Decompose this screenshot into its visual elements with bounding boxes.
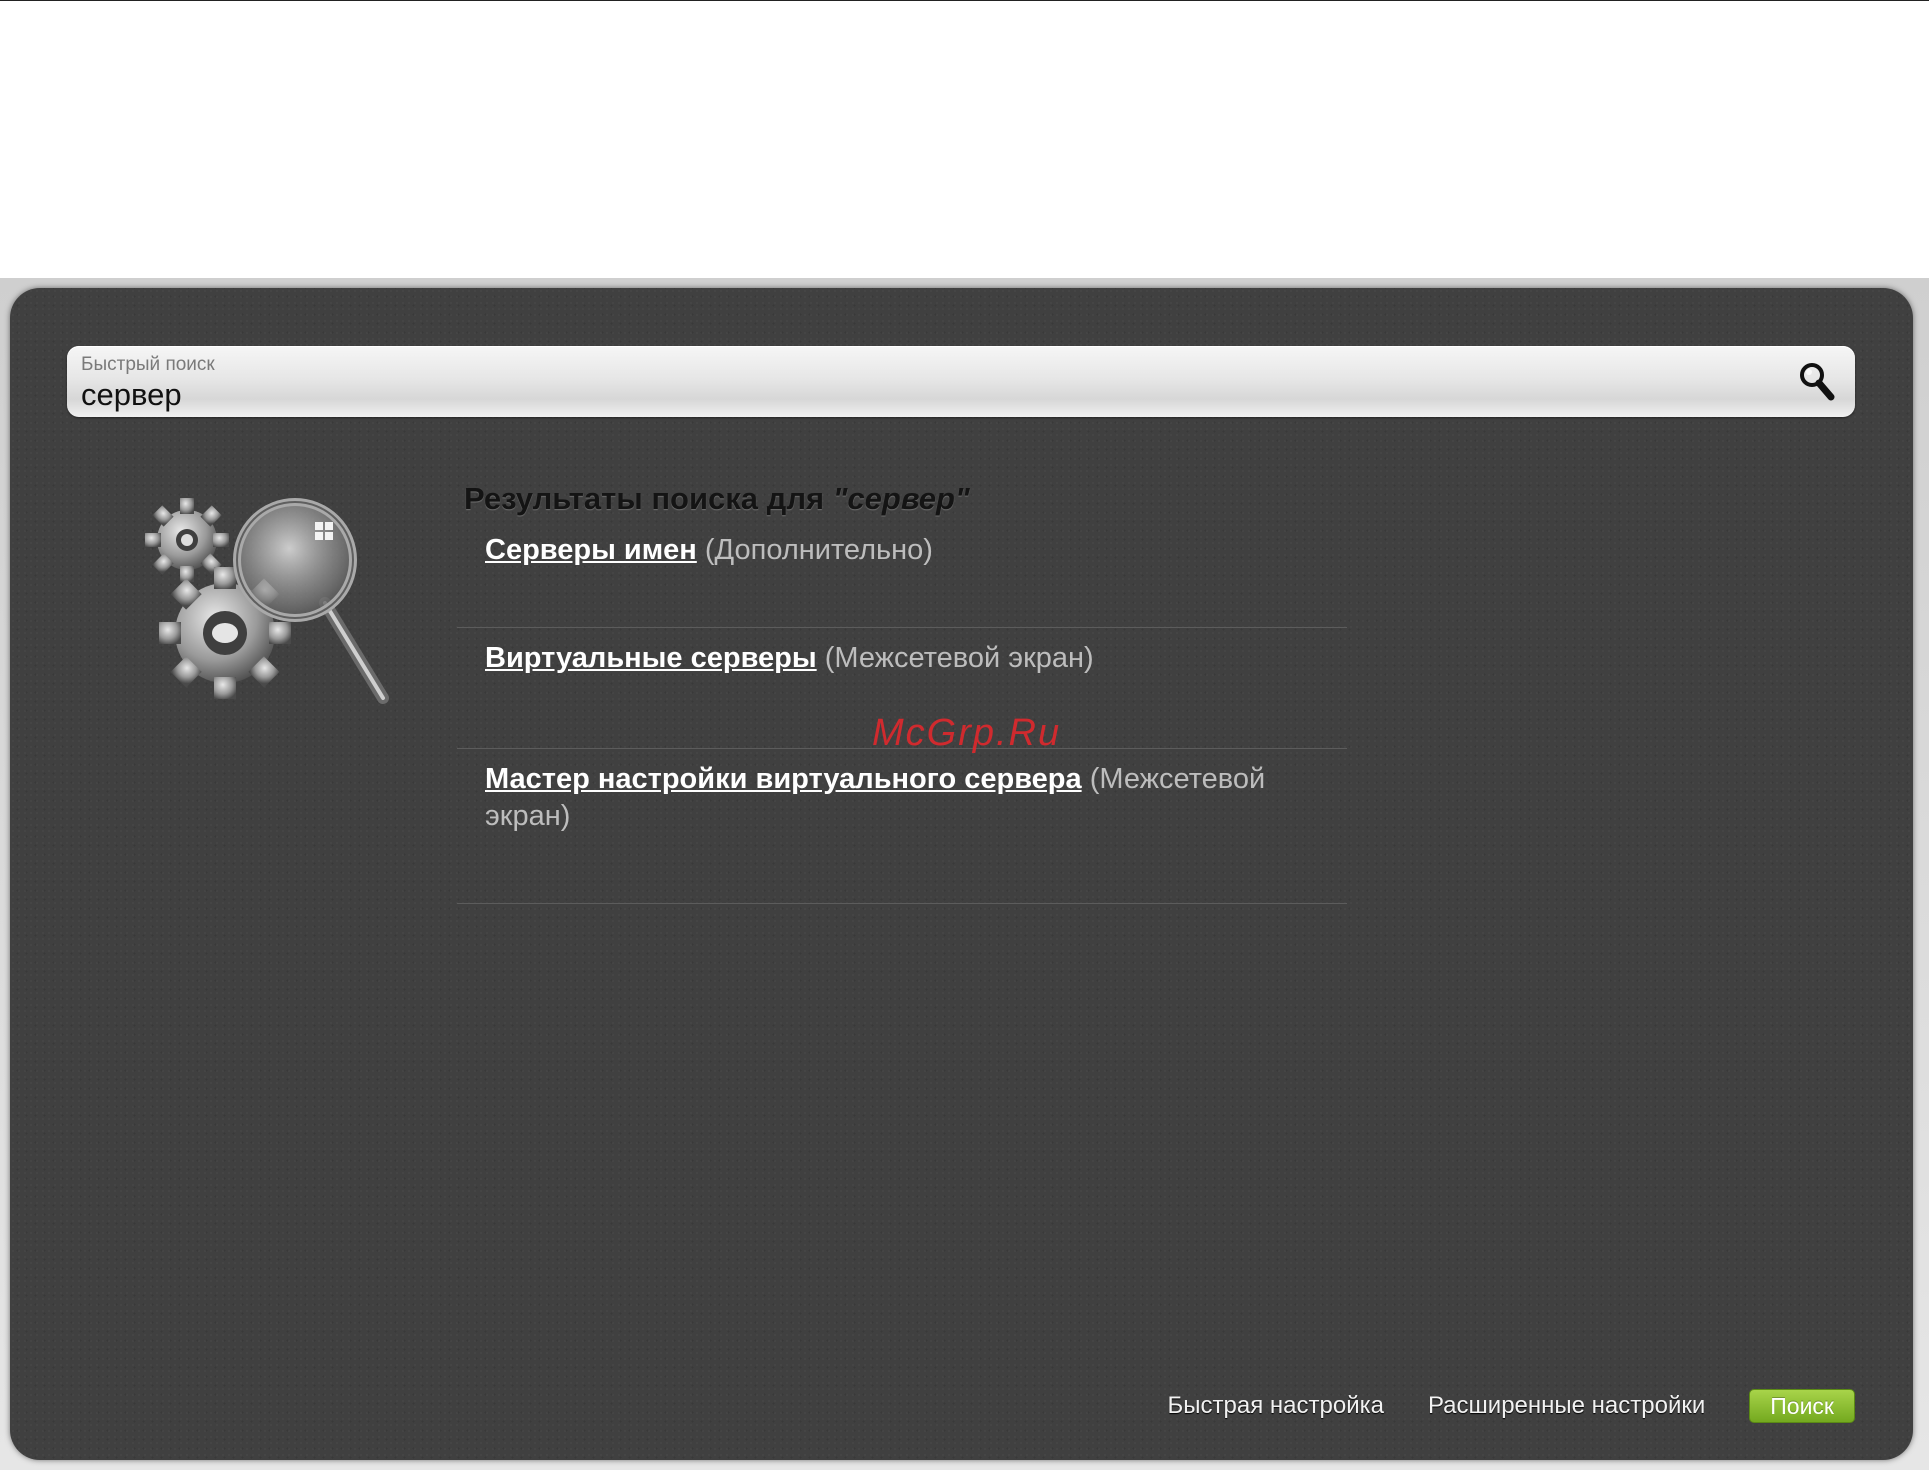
search-input[interactable] [79,376,1763,414]
search-icon [1800,363,1835,401]
quick-setup-link[interactable]: Быстрая настройка [1168,1392,1384,1420]
result-section: (Межсетевой экран) [824,642,1094,674]
result-section: (Дополнительно) [704,534,933,566]
result-text: Серверы имен (Дополнительно) [485,532,1345,569]
search-submit-button[interactable]: Поиск [1749,1389,1855,1423]
search-settings-illustration [135,488,405,718]
result-item: Мастер настройки виртуального сервера (М… [457,749,1347,904]
quick-search-bar: Быстрый поиск [67,346,1855,417]
result-item: Серверы имен (Дополнительно) [457,520,1347,628]
main-panel: Быстрый поиск сервер Результаты поиска д… [10,288,1913,1460]
search-results: Результаты поиска для "сервер" Серверы и… [457,478,1347,904]
footer-nav: Быстрая настройка Расширенные настройки … [1168,1388,1855,1424]
search-button[interactable] [1797,360,1837,404]
advanced-settings-link[interactable]: Расширенные настройки [1428,1392,1705,1420]
result-link-virtual-server-wizard[interactable]: Мастер настройки виртуального сервера [485,763,1082,795]
results-title-query: "сервер" [832,481,970,516]
gears-magnifier-icon [145,498,389,704]
result-text: Мастер настройки виртуального сервера (М… [485,761,1345,835]
results-title: Результаты поиска для "сервер" [464,478,1347,520]
result-link-name-servers[interactable]: Серверы имен [485,534,697,566]
watermark: McGrp.Ru [872,712,1062,754]
result-text: Виртуальные серверы (Межсетевой экран) [485,640,1345,677]
result-link-virtual-servers[interactable]: Виртуальные серверы [485,642,817,674]
top-divider [0,0,1929,1]
results-title-prefix: Результаты поиска для [464,481,833,516]
search-label: Быстрый поиск [81,354,215,375]
